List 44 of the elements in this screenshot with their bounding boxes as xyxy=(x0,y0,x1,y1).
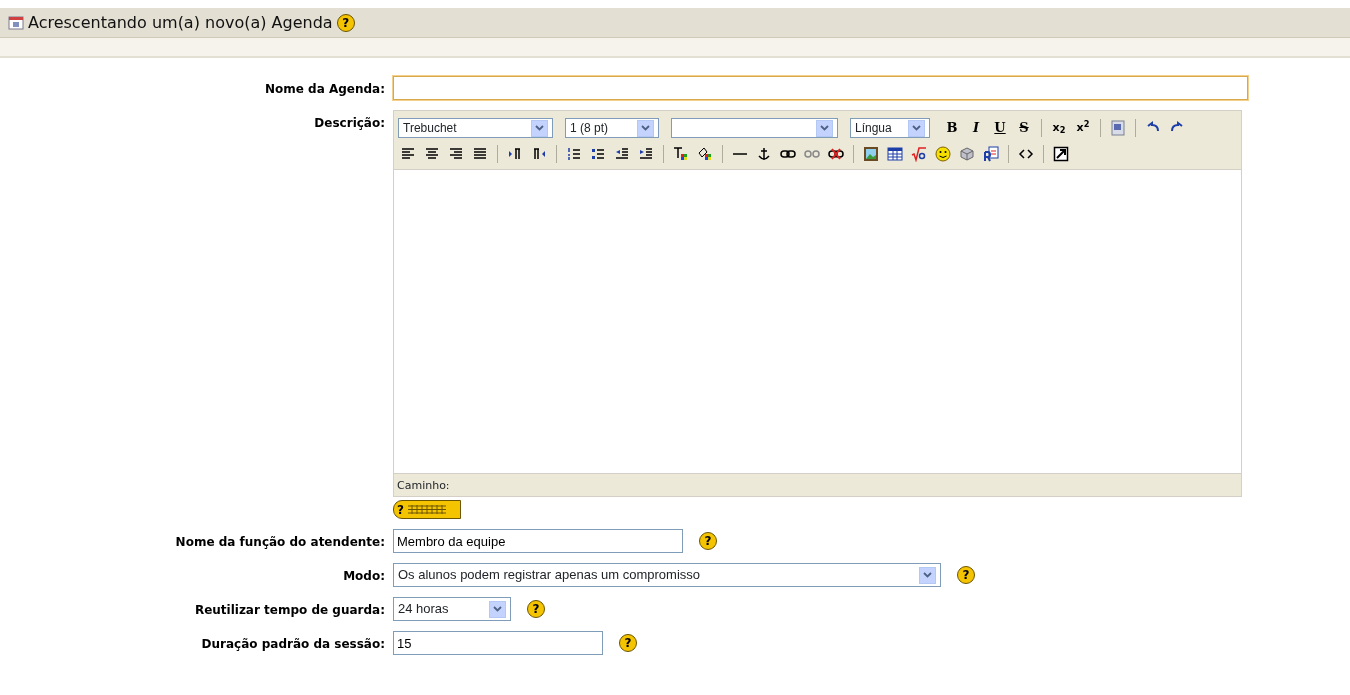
help-icon[interactable]: ? xyxy=(957,566,975,584)
fullscreen-icon[interactable] xyxy=(1051,144,1071,164)
format-button[interactable]: S xyxy=(1014,118,1034,138)
text-field[interactable] xyxy=(393,76,1248,100)
field-label: Nome da função do atendente: xyxy=(174,534,385,551)
format-button[interactable]: x$_{2}$ xyxy=(1049,118,1069,138)
table-icon[interactable] xyxy=(885,144,905,164)
toolbar-dropdown[interactable] xyxy=(671,118,838,138)
smiley-icon[interactable] xyxy=(933,144,953,164)
calendar-icon xyxy=(8,15,24,30)
text-field[interactable]: Membro da equipe xyxy=(393,529,683,553)
text-field[interactable]: 15 xyxy=(393,631,603,655)
field-label: Duração padrão da sessão: xyxy=(200,636,385,653)
word-paste-icon[interactable] xyxy=(1108,118,1128,138)
format-button[interactable]: B xyxy=(942,118,962,138)
dropdown[interactable]: 24 horas xyxy=(393,597,511,621)
format-button[interactable]: U xyxy=(990,118,1010,138)
image-icon[interactable] xyxy=(861,144,881,164)
field-label: Modo: xyxy=(342,568,385,585)
toolbar-dropdown[interactable]: Língua xyxy=(850,118,930,138)
caret-icon[interactable] xyxy=(489,600,506,618)
page-title: Acrescentando um(a) novo(a) Agenda xyxy=(28,11,333,34)
math-formula-icon[interactable] xyxy=(909,144,929,164)
help-icon[interactable]: ? xyxy=(336,13,355,32)
field-label: Nome da Agenda: xyxy=(263,81,385,98)
keyboard-help-button[interactable]: ? xyxy=(393,500,461,519)
format-button[interactable]: x$^{2}$ xyxy=(1073,118,1093,138)
caret-icon[interactable] xyxy=(637,119,654,137)
caret-icon[interactable] xyxy=(816,119,833,137)
document-icon[interactable] xyxy=(981,144,1001,164)
format-button[interactable]: I xyxy=(966,118,986,138)
help-icon[interactable]: ? xyxy=(527,600,545,618)
caret-icon[interactable] xyxy=(919,566,936,584)
help-icon[interactable]: ? xyxy=(699,532,717,550)
toolbar-dropdown[interactable]: Trebuchet xyxy=(398,118,553,138)
help-icon[interactable]: ? xyxy=(619,634,637,652)
dropdown[interactable]: Os alunos podem registrar apenas um compromisso xyxy=(393,563,941,587)
path-bar: Caminho: xyxy=(393,474,1242,497)
field-label: Descrição: xyxy=(313,115,385,132)
keyboard-icon xyxy=(406,504,447,515)
caret-icon[interactable] xyxy=(908,119,925,137)
toolbar-dropdown[interactable]: 1 (8 pt) xyxy=(565,118,659,138)
caret-icon[interactable] xyxy=(531,119,548,137)
field-label: Reutilizar tempo de guarda: xyxy=(193,602,385,619)
